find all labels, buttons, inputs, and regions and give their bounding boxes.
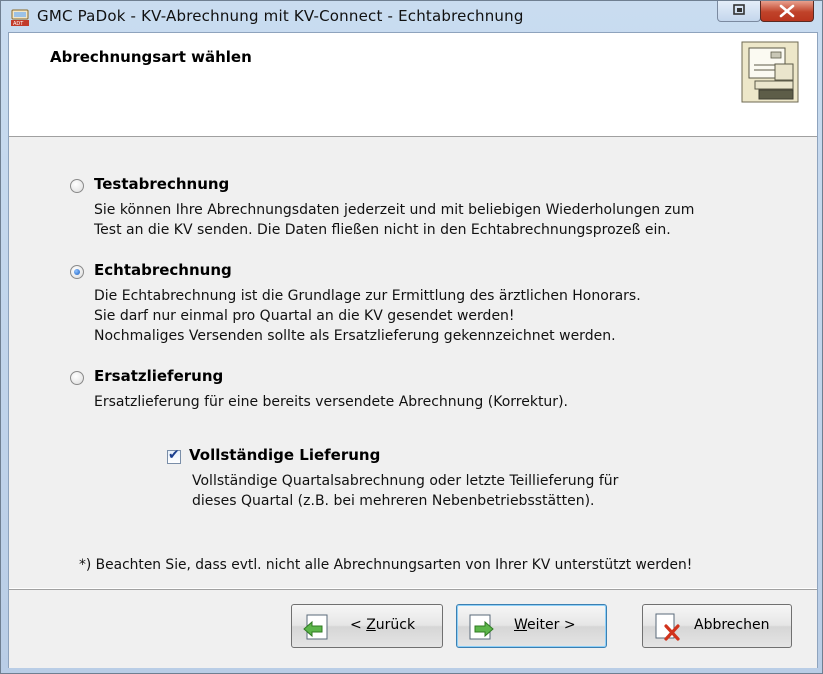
back-prefix: <: [350, 617, 367, 633]
adt-app-icon: ADT: [11, 9, 29, 27]
wizard-body: Testabrechnung Sie können Ihre Abrechnun…: [9, 137, 817, 588]
page-title: Abrechnungsart wählen: [50, 48, 252, 66]
radio-echtabrechnung[interactable]: [70, 265, 84, 279]
option-label-ersatzlieferung[interactable]: Ersatzlieferung: [94, 367, 223, 385]
back-button[interactable]: < Zurück: [291, 604, 443, 648]
radio-testabrechnung[interactable]: [70, 179, 84, 193]
svg-text:ADT: ADT: [13, 21, 24, 27]
description-line: Sie darf nur einmal pro Quartal an die K…: [94, 308, 515, 324]
description-line: Test an die KV senden. Die Daten fließen…: [94, 222, 671, 238]
description-line: Vollständige Quartalsabrechnung oder let…: [192, 473, 619, 489]
support-note: *) Beachten Sie, dass evtl. nicht alle A…: [79, 557, 693, 573]
document-stack-icon: [741, 41, 799, 103]
description-line: Nochmaliges Versenden sollte als Ersatzl…: [94, 328, 616, 344]
back-rest: urück: [375, 617, 416, 633]
next-accelerator: W: [514, 617, 528, 633]
back-button-label: < Zurück: [350, 617, 415, 633]
title-bar[interactable]: ADT GMC PaDok - KV-Abrechnung mit KV-Con…: [1, 1, 822, 33]
next-rest: eiter >: [527, 617, 576, 633]
checkbox-vollstaendige-lieferung[interactable]: ✔: [167, 447, 181, 464]
option-description-echtabrechnung: Die Echtabrechnung ist die Grundlage zur…: [94, 286, 641, 346]
dialog-client: Abrechnungsart wählen Testabrechnung Sie…: [8, 32, 818, 668]
button-bar: < Zurück Weiter > Abbrechen: [9, 589, 817, 668]
back-accelerator: Z: [366, 617, 376, 633]
description-line: Sie können Ihre Abrechnungsdaten jederze…: [94, 202, 695, 218]
description-line: Die Echtabrechnung ist die Grundlage zur…: [94, 288, 641, 304]
close-button[interactable]: [760, 1, 814, 22]
checkmark-icon: ✔: [168, 447, 180, 463]
wizard-header: Abrechnungsart wählen: [9, 33, 817, 137]
option-description-ersatzlieferung: Ersatzlieferung für eine bereits versend…: [94, 392, 568, 412]
cancel-x-icon: [655, 613, 680, 641]
option-label-testabrechnung[interactable]: Testabrechnung: [94, 175, 229, 193]
close-icon: [779, 4, 795, 18]
checkbox-label-vollstaendige-lieferung[interactable]: Vollständige Lieferung: [189, 446, 380, 464]
restore-icon: [733, 4, 745, 15]
description-line: dieses Quartal (z.B. bei mehreren Nebenb…: [192, 493, 595, 509]
restore-button[interactable]: [717, 1, 761, 22]
radio-ersatzlieferung[interactable]: [70, 371, 84, 385]
option-label-echtabrechnung[interactable]: Echtabrechnung: [94, 261, 232, 279]
next-button[interactable]: Weiter >: [456, 604, 607, 648]
cancel-button[interactable]: Abbrechen: [642, 604, 792, 648]
next-arrow-icon: [469, 614, 494, 640]
checkbox-description: Vollständige Quartalsabrechnung oder let…: [192, 471, 618, 511]
next-button-label: Weiter >: [514, 617, 576, 633]
option-description-testabrechnung: Sie können Ihre Abrechnungsdaten jederze…: [94, 200, 694, 240]
window-title: GMC PaDok - KV-Abrechnung mit KV-Connect…: [37, 7, 524, 25]
cancel-button-label: Abbrechen: [694, 617, 770, 633]
description-line: Ersatzlieferung für eine bereits versend…: [94, 394, 568, 410]
dialog-window: ADT GMC PaDok - KV-Abrechnung mit KV-Con…: [0, 0, 823, 674]
back-arrow-icon: [303, 614, 328, 640]
